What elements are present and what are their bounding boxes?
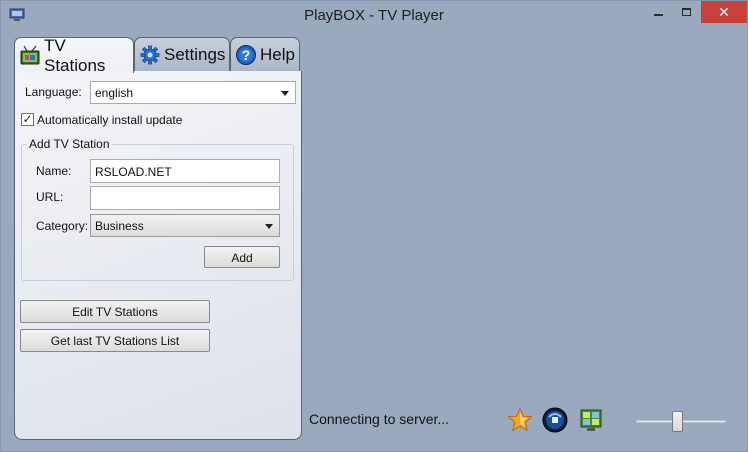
tab-help-label: Help: [260, 45, 295, 64]
close-button[interactable]: ✕: [701, 1, 747, 23]
tab-strip: TV Stations Settings ? Help: [14, 35, 300, 75]
name-input[interactable]: RSLOAD.NET: [90, 159, 280, 183]
url-label: URL:: [36, 190, 64, 204]
tab-tv-stations-label: TV Stations: [44, 35, 106, 75]
get-stations-list-button[interactable]: Get last TV Stations List: [20, 329, 210, 352]
star-icon[interactable]: [507, 407, 533, 433]
url-input[interactable]: [90, 186, 280, 210]
category-label: Category:: [36, 219, 89, 233]
tv-icon: [20, 45, 40, 64]
chevron-down-icon: [281, 91, 289, 96]
tab-tv-stations[interactable]: TV Stations: [14, 35, 134, 75]
category-select-value: Business: [95, 219, 144, 233]
chevron-down-icon: [265, 224, 273, 229]
svg-text:?: ?: [242, 47, 251, 63]
tab-help[interactable]: ? Help: [230, 37, 300, 72]
auto-update-checkbox[interactable]: ✓: [21, 113, 34, 126]
tab-settings[interactable]: Settings: [134, 37, 230, 72]
help-icon: ?: [236, 45, 256, 65]
minimize-icon: [653, 14, 663, 16]
maximize-icon: [681, 8, 691, 16]
language-label: Language:: [25, 85, 82, 99]
category-select[interactable]: Business: [90, 214, 280, 237]
add-station-group-title: Add TV Station: [27, 137, 112, 151]
language-select[interactable]: english: [90, 81, 296, 104]
volume-slider-thumb[interactable]: [671, 411, 683, 432]
auto-update-label: Automatically install update: [37, 113, 183, 127]
maximize-button[interactable]: [673, 1, 699, 23]
window-title: PlayBOX - TV Player: [304, 7, 444, 24]
main-window: PlayBOX - TV Player ✕ TV Stations Settin…: [0, 0, 748, 452]
language-select-value: english: [95, 86, 134, 100]
minimize-button[interactable]: [645, 1, 671, 23]
edit-stations-button[interactable]: Edit TV Stations: [20, 300, 210, 323]
gear-icon: [140, 45, 160, 65]
screen-grid-icon[interactable]: [578, 407, 604, 433]
media-player-icon[interactable]: [542, 407, 568, 433]
add-station-button[interactable]: Add: [204, 246, 280, 268]
title-bar[interactable]: PlayBOX - TV Player ✕: [1, 1, 747, 31]
status-text: Connecting to server...: [309, 411, 450, 427]
close-icon: ✕: [718, 3, 730, 20]
name-label: Name:: [36, 164, 72, 178]
tab-settings-label: Settings: [164, 45, 226, 64]
